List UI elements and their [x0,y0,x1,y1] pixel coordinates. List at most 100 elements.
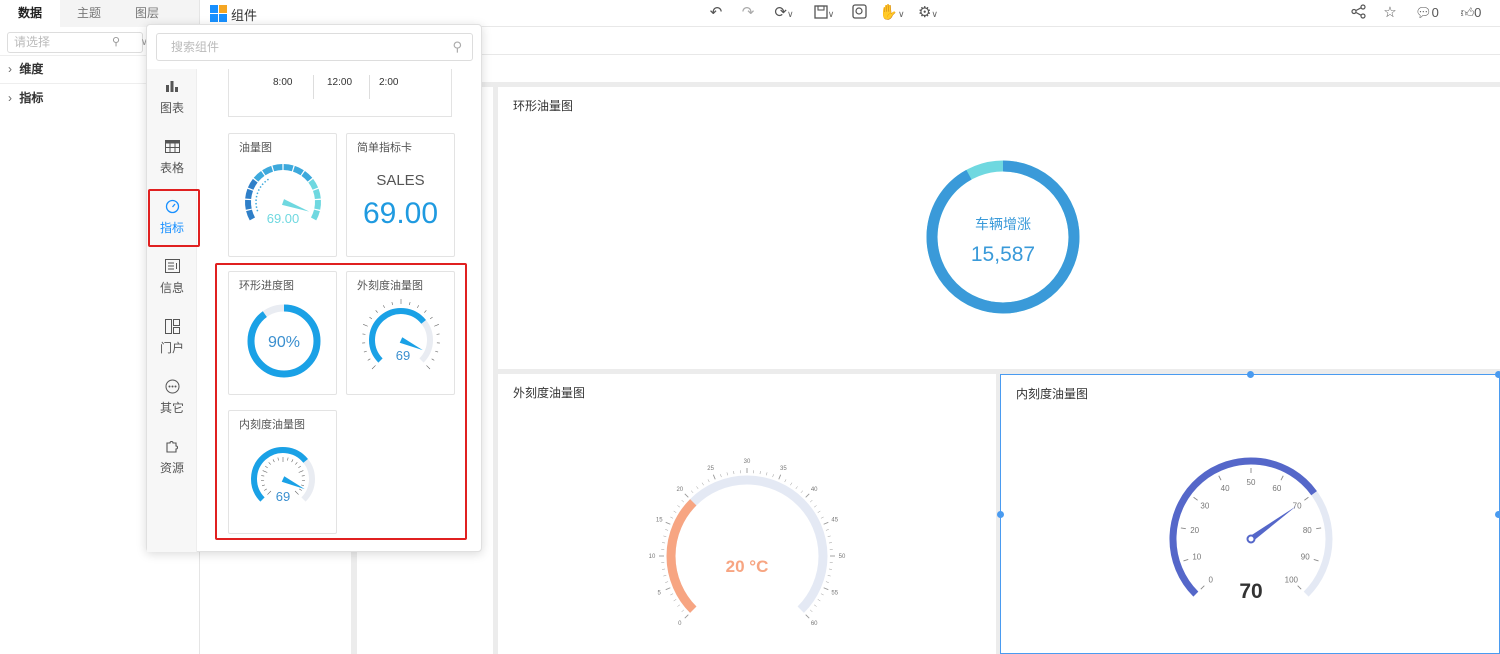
nav-label: 门户 [159,341,184,355]
resize-handle[interactable] [1495,371,1500,378]
inner-gauge-tick [1183,558,1189,562]
inner-gauge-tick-label: 10 [1192,553,1201,562]
outer-gauge-tick-label: 0 [678,621,682,626]
outer-gauge-tick-label: 60 [811,621,818,626]
gauge-preview-inner-ring [255,177,270,212]
tree-item-label: 维度 [19,62,44,76]
ring-gauge-value: 15,587 [971,243,1035,266]
outer-gauge-tick-label: 5 [658,590,662,596]
gauge-preview: 69.00 [245,164,321,226]
share-icon[interactable] [1348,3,1368,23]
nav-resource[interactable]: 资源 [147,429,197,487]
outer-gauge-tick [827,575,831,577]
nav-chart[interactable]: 图表 [147,69,197,127]
inner-gauge-tick-label: 30 [1200,501,1209,510]
inner-gauge-tick [1313,558,1319,562]
component-category-nav: 图表 表格 指标 信息 门户 其它 资源 [147,69,197,552]
outer-gauge-tick-label: 50 [839,554,846,560]
gauge-preview-segment [245,199,252,210]
inner-scale-gauge-card[interactable]: 内刻度油量图 0 10 20 30 40 50 60 70 80 90 100 70 [997,371,1500,654]
outer-gauge-tick-label: 35 [780,466,787,472]
outer-gauge-tick [684,493,689,498]
time-label: 8:00 [273,77,293,88]
chevron-right-icon: › [8,62,12,76]
outer-gauge-tick [820,593,824,596]
like-button[interactable]: 👍︎0 [1454,3,1488,23]
inner-gauge-value: 70 [1239,580,1262,603]
outer-gauge-tick [814,604,817,607]
inner-gauge-tick-label: 90 [1301,553,1310,562]
clock-tile[interactable]: 8:00 12:00 2:00 [228,69,452,117]
inner-gauge-tick-label: 40 [1221,484,1230,493]
gauge-preview-needle [281,199,310,212]
save-icon[interactable]: ∨ [808,3,840,23]
top-bar: 数据 主题 图层 组件 ↶ ↷ ⟳∨ ∨ ✋∨ ⚙∨ ☆ 💬︎0 👍︎0 [0,0,1500,27]
gauge-preview-segment [312,188,321,200]
search-placeholder: 搜索组件 [171,40,220,54]
outer-gauge-tick [805,614,810,619]
tab-layer[interactable]: 图层 [118,0,176,27]
gauge-preview-segment [301,170,313,182]
hand-icon[interactable]: ✋∨ [876,3,908,23]
resize-handle[interactable] [1247,371,1254,378]
search-icon: ⚲ [452,39,462,54]
nav-info[interactable]: 信息 [147,249,197,307]
inner-gauge-tick-label: 0 [1208,575,1213,584]
gear-icon[interactable]: ⚙∨ [912,3,944,23]
refresh-icon[interactable]: ⟳∨ [768,3,800,23]
outer-gauge-tick [670,593,674,596]
inner-gauge-needle [1249,506,1297,542]
outer-gauge-tick-label: 40 [811,487,818,493]
comment-button[interactable]: 💬︎0 [1410,3,1444,23]
inner-gauge-tick [1316,527,1322,530]
outer-gauge-tick [795,486,798,489]
gauge-preview-segment [246,209,256,221]
gauge-preview-segment [272,164,283,172]
left-tabs: 数据 主题 图层 [0,0,200,27]
preview-icon[interactable] [848,3,870,23]
gauge-preview-segment [308,178,319,190]
outer-gauge-tick-label: 45 [831,518,838,524]
nav-other[interactable]: 其它 [147,369,197,427]
field-select[interactable]: 请选择 ⚲ ∨ [7,32,148,53]
undo-icon[interactable]: ↶ [706,3,726,23]
inner-gauge-tick [1218,475,1222,481]
outer-gauge-tick [823,587,829,591]
outer-scale-gauge-card[interactable]: 外刻度油量图 0 5 10 15 20 25 30 35 40 45 50 55 60 20 °C [498,374,996,654]
inner-gauge-tick-label: 50 [1247,478,1256,487]
tab-theme[interactable]: 主题 [60,0,118,27]
portal-icon [147,319,197,339]
resize-handle[interactable] [1495,511,1500,518]
nav-label: 图表 [159,101,184,115]
component-grid-icon[interactable] [210,5,227,22]
outer-gauge-tick [663,535,667,537]
outer-gauge-tick [825,581,829,583]
component-menu-label[interactable]: 组件 [231,5,257,24]
like-count: 0 [1474,5,1482,20]
tile-title: 简单指标卡 [357,142,412,154]
outer-gauge-value-arc [666,499,697,613]
kpi-value: 69.00 [362,197,439,230]
nav-selection-highlight [148,189,200,247]
outer-gauge-tick-label: 55 [831,590,838,596]
inner-gauge-tick-label: 100 [1285,575,1299,584]
puzzle-icon [147,439,197,459]
nav-table[interactable]: 表格 [147,129,197,187]
tile-gauge[interactable]: 油量图 69.00 [228,133,337,257]
outer-gauge-tick [665,581,669,583]
ring-gauge-card[interactable]: 环形油量图 车辆增涨 15,587 [498,87,1500,369]
inner-scale-gauge-chart: 0 10 20 30 40 50 60 70 80 90 100 70 [1169,457,1333,603]
tile-kpi-card[interactable]: 简单指标卡 SALES 69.00 [346,133,455,257]
gauge-preview-segment [247,178,258,190]
component-tile-grid: 8:00 12:00 2:00 油量图 69.00 简单指标卡 SALES 69… [198,69,482,552]
outer-gauge-tick [809,499,813,503]
star-icon[interactable]: ☆ [1380,3,1400,23]
outer-gauge-tick [677,505,680,508]
tab-data[interactable]: 数据 [0,0,60,27]
outer-gauge-tick [696,486,699,489]
nav-label: 信息 [159,281,184,295]
redo-icon[interactable]: ↷ [738,3,758,23]
component-search-input[interactable]: 搜索组件 ⚲ [156,33,473,61]
nav-portal[interactable]: 门户 [147,309,197,367]
resize-handle[interactable] [997,511,1004,518]
